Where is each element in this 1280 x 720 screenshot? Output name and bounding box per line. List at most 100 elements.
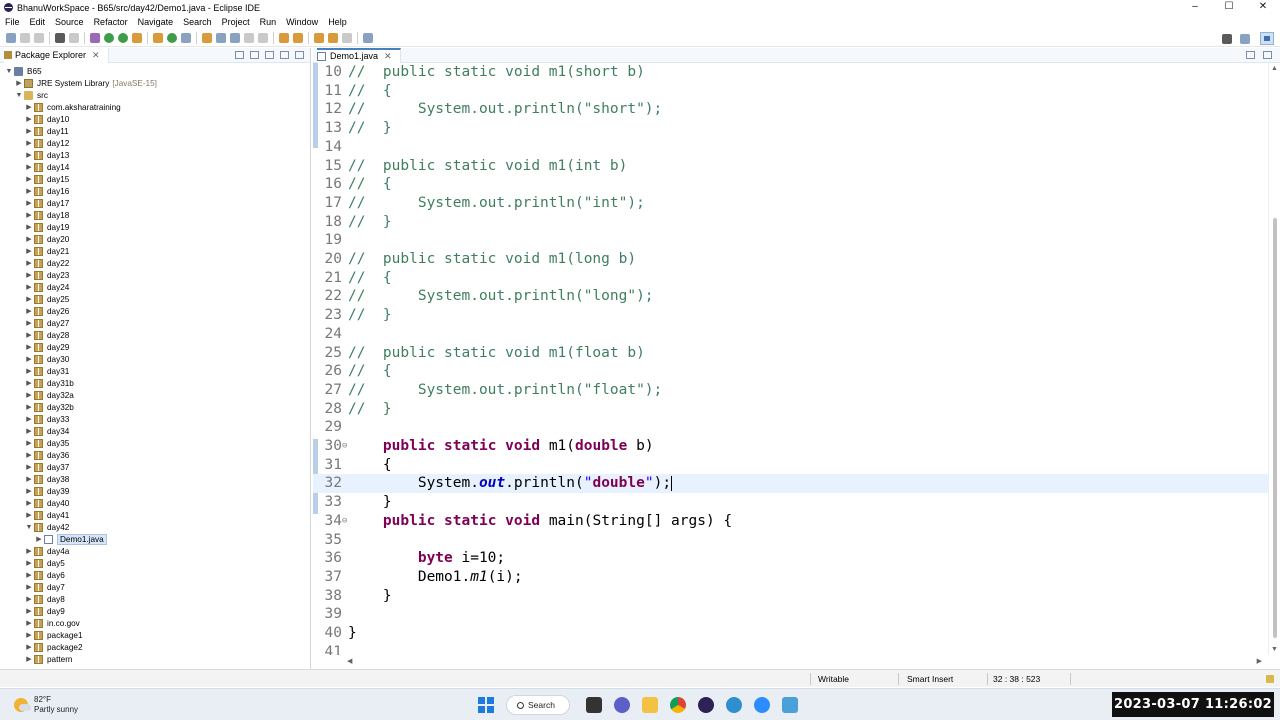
menu-project[interactable]: Project: [217, 17, 255, 27]
code-line[interactable]: 40}: [313, 624, 1268, 643]
tree-package[interactable]: ▶ day26: [0, 305, 310, 317]
tree-package[interactable]: ▶ day4a: [0, 545, 310, 557]
taskbar-search[interactable]: Search: [506, 695, 570, 715]
chevron-right-icon[interactable]: ▶: [24, 187, 34, 195]
tree-package[interactable]: ▶ day5: [0, 557, 310, 569]
tree-package[interactable]: ▶ day12: [0, 137, 310, 149]
code-line[interactable]: 38 }: [313, 587, 1268, 606]
chevron-down-icon[interactable]: ▼: [14, 92, 24, 99]
code-line[interactable]: 25 // public static void m1(float b): [313, 344, 1268, 363]
chevron-right-icon[interactable]: ▶: [24, 451, 34, 459]
fold-toggle-icon[interactable]: ⊖: [342, 437, 347, 456]
chevron-right-icon[interactable]: ▶: [24, 259, 34, 267]
edge-icon[interactable]: [726, 697, 742, 713]
tree-package[interactable]: ▶ day30: [0, 353, 310, 365]
code-line[interactable]: 11 // {: [313, 82, 1268, 101]
tree-package-open[interactable]: ▼ day42: [0, 521, 310, 533]
tree-file-selected[interactable]: ▶ Demo1.java: [0, 533, 310, 545]
chevron-right-icon[interactable]: ▶: [24, 487, 34, 495]
tree-package[interactable]: ▶ day20: [0, 233, 310, 245]
code-line[interactable]: 41: [313, 643, 1268, 655]
maximize-view-icon[interactable]: [295, 51, 304, 59]
chevron-right-icon[interactable]: ▶: [24, 607, 34, 615]
code-line[interactable]: 30 ⊖ public static void m1(double b): [313, 437, 1268, 456]
chevron-right-icon[interactable]: ▶: [24, 151, 34, 159]
tree-package[interactable]: ▶ day10: [0, 113, 310, 125]
status-insert-mode[interactable]: Smart Insert: [907, 674, 953, 684]
scroll-left-icon[interactable]: ◀: [347, 657, 352, 665]
run-icon[interactable]: [104, 32, 114, 43]
tree-package[interactable]: ▶ day13: [0, 149, 310, 161]
code-line[interactable]: 29: [313, 418, 1268, 437]
save-icon[interactable]: [20, 32, 30, 43]
tree-package[interactable]: ▶ day22: [0, 257, 310, 269]
code-line[interactable]: 26 // {: [313, 362, 1268, 381]
chevron-right-icon[interactable]: ▶: [24, 283, 34, 291]
tree-package[interactable]: ▶ day15: [0, 173, 310, 185]
tree-package[interactable]: ▶ day27: [0, 317, 310, 329]
terminal-icon[interactable]: [55, 32, 65, 43]
code-line[interactable]: 22 // System.out.println("long");: [313, 287, 1268, 306]
chevron-right-icon[interactable]: ▶: [24, 439, 34, 447]
chevron-right-icon[interactable]: ▶: [24, 463, 34, 471]
remote-desktop-icon[interactable]: [782, 697, 798, 713]
code-line[interactable]: 31 {: [313, 456, 1268, 475]
chrome-icon[interactable]: [670, 697, 686, 713]
minimize-button[interactable]: –: [1178, 0, 1212, 15]
toggle-mark-occurrences-icon[interactable]: [230, 32, 240, 43]
tree-package[interactable]: ▶ day31: [0, 365, 310, 377]
code-line[interactable]: 32 System.out.println("double");: [313, 474, 1268, 494]
maximize-button[interactable]: ☐: [1212, 0, 1246, 15]
tree-package[interactable]: ▶ day39: [0, 485, 310, 497]
code-line[interactable]: 23 // }: [313, 306, 1268, 325]
chevron-right-icon[interactable]: ▶: [24, 379, 34, 387]
view-menu-icon[interactable]: [265, 51, 274, 59]
package-explorer-tab[interactable]: Package Explorer ✕: [4, 47, 109, 63]
code-line[interactable]: 16 // {: [313, 175, 1268, 194]
eclipse-taskbar-icon[interactable]: [698, 697, 714, 713]
chevron-right-icon[interactable]: ▶: [24, 571, 34, 579]
save-all-icon[interactable]: [34, 32, 44, 43]
scroll-down-icon[interactable]: ▼: [1271, 646, 1278, 653]
code-line[interactable]: 28 // }: [313, 400, 1268, 419]
chevron-right-icon[interactable]: ▶: [24, 643, 34, 651]
code-line[interactable]: 21 // {: [313, 269, 1268, 288]
code-line[interactable]: 24: [313, 325, 1268, 344]
code-line[interactable]: 33 }: [313, 493, 1268, 512]
chevron-right-icon[interactable]: ▶: [24, 211, 34, 219]
search-icon[interactable]: [1222, 33, 1232, 44]
chevron-right-icon[interactable]: ▶: [24, 655, 34, 663]
chevron-right-icon[interactable]: ▶: [24, 331, 34, 339]
chevron-right-icon[interactable]: ▶: [24, 619, 34, 627]
chevron-right-icon[interactable]: ▶: [24, 295, 34, 303]
chevron-right-icon[interactable]: ▶: [24, 595, 34, 603]
chevron-right-icon[interactable]: ▶: [24, 235, 34, 243]
close-icon[interactable]: ✕: [92, 50, 100, 61]
open-type-icon[interactable]: [202, 32, 212, 43]
coverage-icon[interactable]: [118, 32, 128, 43]
chevron-right-icon[interactable]: ▶: [24, 223, 34, 231]
chevron-right-icon[interactable]: ▶: [24, 139, 34, 147]
new-java-project-icon[interactable]: [153, 32, 163, 43]
tree-package[interactable]: ▶ day7: [0, 581, 310, 593]
chevron-right-icon[interactable]: ▶: [24, 343, 34, 351]
back-icon[interactable]: [328, 32, 338, 43]
previous-annotation-icon[interactable]: [293, 32, 303, 43]
chevron-right-icon[interactable]: ▶: [14, 79, 24, 87]
chevron-down-icon[interactable]: ▼: [24, 524, 34, 531]
tree-package[interactable]: ▶ day40: [0, 497, 310, 509]
collapse-all-icon[interactable]: [235, 51, 244, 59]
minimize-editor-icon[interactable]: [1246, 51, 1255, 59]
chevron-right-icon[interactable]: ▶: [24, 511, 34, 519]
tree-package[interactable]: ▶ day8: [0, 593, 310, 605]
tree-package[interactable]: ▶ day41: [0, 509, 310, 521]
menu-edit[interactable]: Edit: [25, 17, 51, 27]
scroll-up-icon[interactable]: ▲: [1271, 65, 1278, 72]
tree-package[interactable]: ▶ day19: [0, 221, 310, 233]
search-toolbar-icon[interactable]: [216, 32, 226, 43]
tree-package[interactable]: ▶ day29: [0, 341, 310, 353]
menu-source[interactable]: Source: [50, 17, 89, 27]
tree-package[interactable]: ▶ com.aksharatraining: [0, 101, 310, 113]
tree-jre-library[interactable]: ▶ JRE System Library [JavaSE-15]: [0, 77, 310, 89]
chevron-right-icon[interactable]: ▶: [24, 403, 34, 411]
